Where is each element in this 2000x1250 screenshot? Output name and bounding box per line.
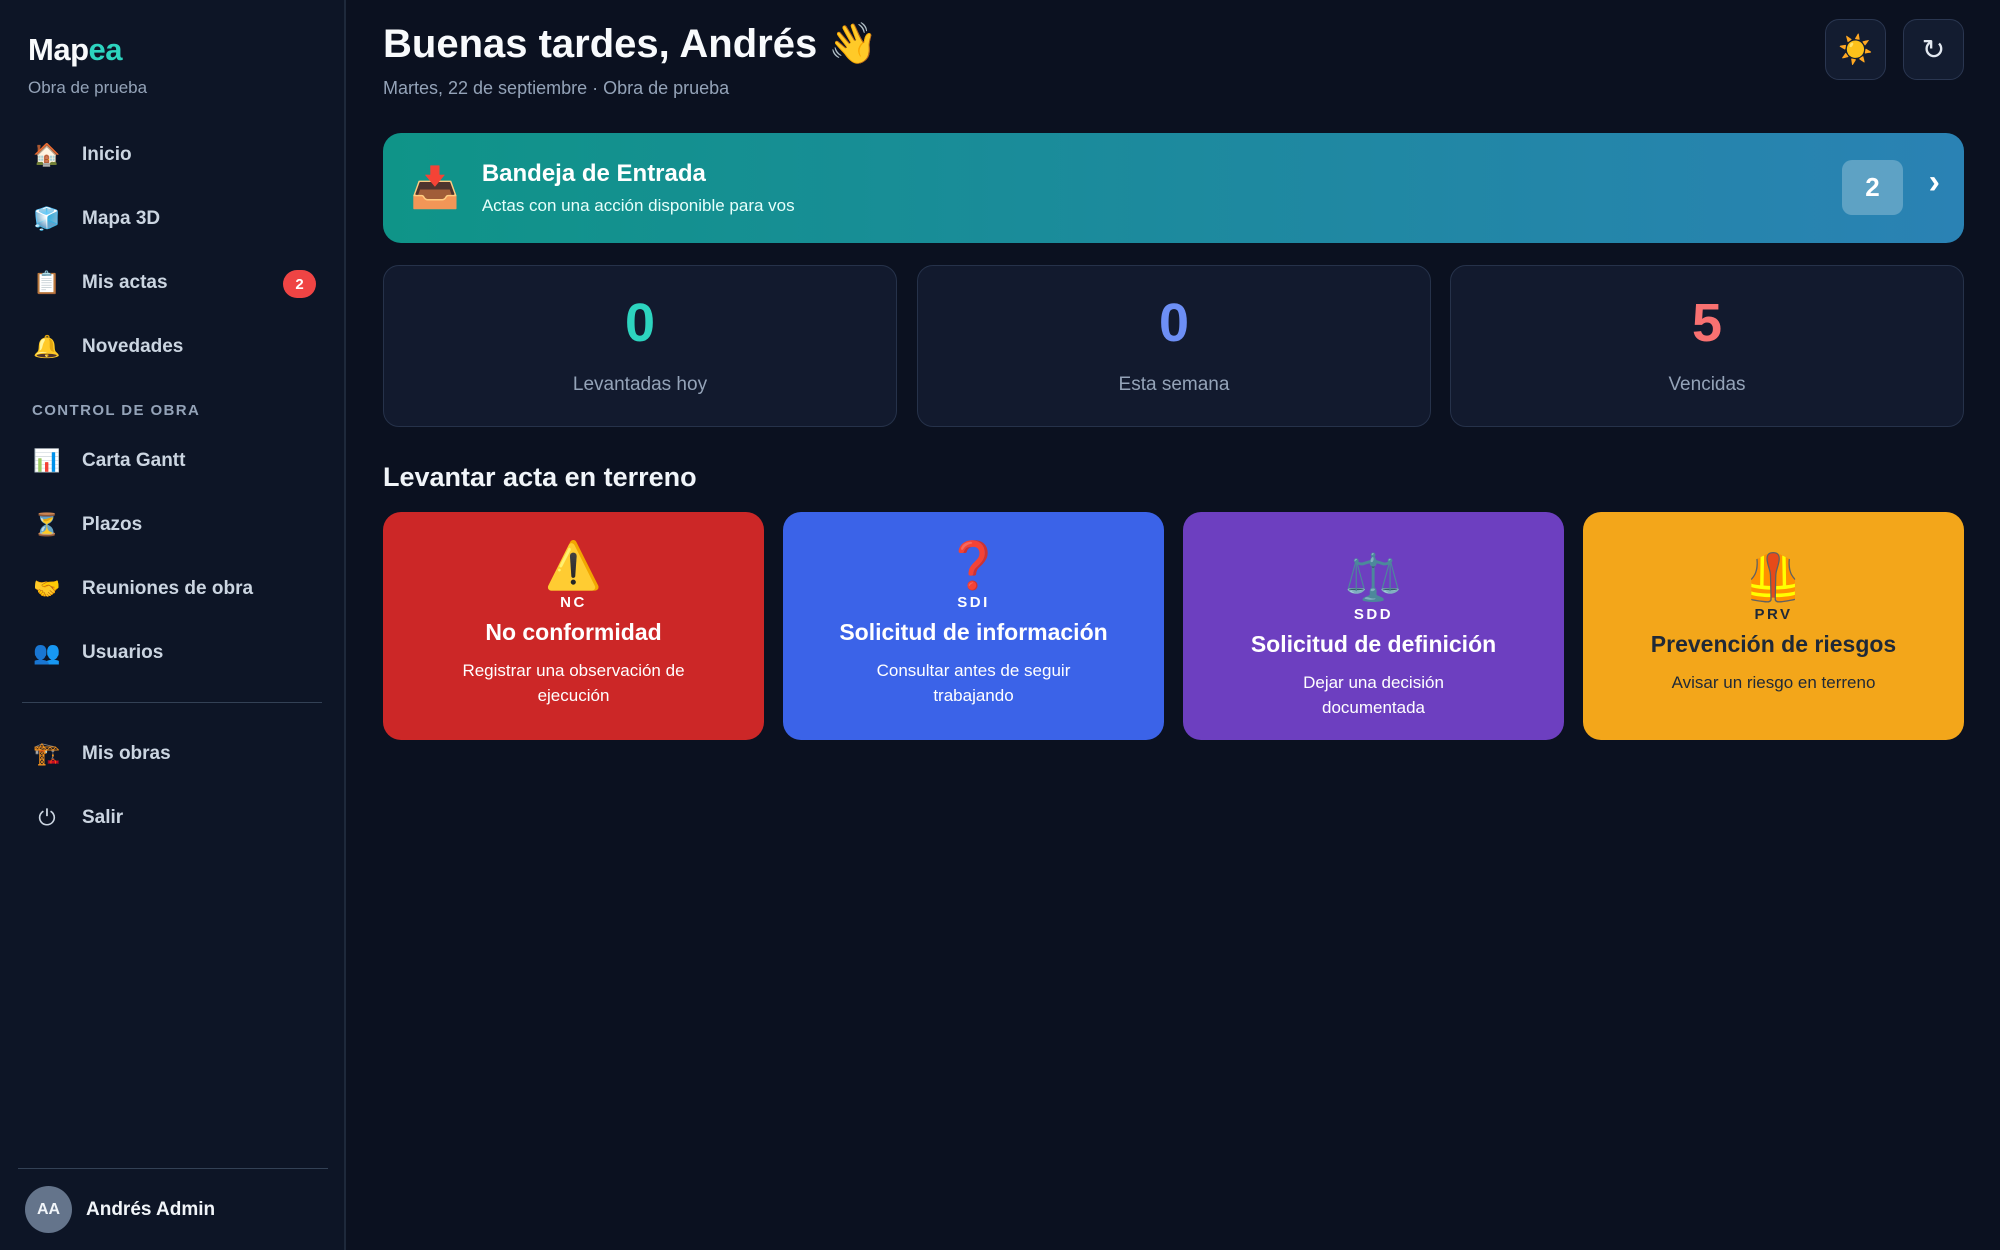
action-code: SDI [957,594,990,611]
sidebar: Mapea Obra de prueba 🏠 Inicio 🧊 Mapa 3D … [0,0,346,1250]
mis-actas-badge: 2 [283,270,316,298]
power-icon: ⏻ [38,805,56,830]
action-description: Avisar un riesgo en terreno [1671,673,1876,692]
user-profile[interactable]: AA Andrés Admin [18,1168,328,1250]
home-icon: 🏠 [33,142,61,167]
avatar: AA [25,1186,72,1233]
sidebar-item-label: Inicio [82,144,132,165]
sidebar-item-usuarios[interactable]: 👥 Usuarios [18,625,326,681]
action-card-sdd[interactable]: ⚖️ SDD Solicitud de definición Dejar una… [1183,512,1564,740]
page-title: Buenas tardes, Andrés 👋 [383,22,879,66]
sidebar-item-label: Usuarios [82,642,164,663]
main-content: Buenas tardes, Andrés 👋 Martes, 22 de se… [346,0,2000,1250]
scales-icon: ⚖️ [1344,551,1403,603]
date-line: Martes, 22 de septiembre · Obra de prueb… [383,78,730,98]
app-root: Mapea Obra de prueba 🏠 Inicio 🧊 Mapa 3D … [0,0,2000,1250]
warning-icon: ⚠️ [544,539,603,591]
stat-label: Esta semana [1118,374,1230,395]
control-nav: 📊 Carta Gantt ⏳ Plazos 🤝 Reuniones de ob… [18,433,326,689]
sidebar-item-mis-obras[interactable]: 🏗️ Mis obras [18,726,326,782]
action-description: Consultar antes de seguir trabajando [876,661,1071,705]
chevron-right-icon: › [1928,163,1940,201]
brand-name-accent: ea [88,32,123,67]
brand-name-main: Map [28,32,89,67]
sidebar-item-mapa-3d[interactable]: 🧊 Mapa 3D [18,191,326,247]
action-code: SDD [1353,606,1394,623]
sidebar-item-label: Carta Gantt [82,450,186,471]
inbox-tray-icon: 📥 [410,166,460,210]
cube-icon: 🧊 [33,206,61,231]
action-code: NC [560,594,587,611]
user-name: Andrés Admin [86,1198,216,1220]
bar-chart-icon: 📊 [33,448,61,473]
inbox-text: Bandeja de Entrada Actas con una acción … [482,160,795,216]
theme-toggle-button[interactable]: ☀️ [1825,19,1886,80]
action-description: Registrar una observación de ejecución [462,661,685,705]
action-card-prv[interactable]: 🦺 PRV Prevención de riesgos Avisar un ri… [1583,512,1964,740]
sidebar-item-label: Salir [82,807,124,828]
stat-value: 0 [1158,293,1190,353]
section-title-control-obra: CONTROL DE OBRA [32,402,201,419]
safety-vest-icon: 🦺 [1744,551,1803,603]
sidebar-item-label: Mis obras [82,743,171,764]
action-title: Solicitud de información [839,619,1108,645]
handshake-icon: 🤝 [33,576,61,601]
bell-icon: 🔔 [33,334,61,359]
construction-icon: 🏗️ [33,741,61,766]
action-title: Prevención de riesgos [1650,631,1897,657]
inbox-subtitle: Actas con una acción disponible para vos [481,196,795,215]
action-title: No conformidad [485,619,662,645]
hourglass-icon: ⏳ [33,512,61,537]
bottom-nav: 🏗️ Mis obras ⏻ Salir [18,726,326,854]
sidebar-item-label: Mapa 3D [82,208,161,229]
sidebar-item-salir[interactable]: ⏻ Salir [18,790,326,846]
action-description: Dejar una decisión documentada [1303,673,1444,717]
sidebar-item-mis-actas[interactable]: 📋 Mis actas 2 [18,255,326,311]
refresh-icon: ↻ [1921,34,1946,65]
brand-logo[interactable]: Mapea [28,32,147,68]
stat-card-vencidas: 5 Vencidas [1450,265,1964,427]
inbox-banner[interactable]: 📥 Bandeja de Entrada Actas con una acció… [383,133,1964,243]
sidebar-item-label: Plazos [82,514,143,535]
stat-value: 0 [624,293,656,353]
sidebar-divider [22,702,322,703]
main-nav: 🏠 Inicio 🧊 Mapa 3D 📋 Mis actas 2 🔔 Noved… [18,127,326,383]
stat-card-esta-semana: 0 Esta semana [917,265,1431,427]
action-code: PRV [1754,606,1793,623]
sidebar-item-reuniones[interactable]: 🤝 Reuniones de obra [18,561,326,617]
inbox-count-badge: 2 [1842,160,1903,215]
stat-card-levantadas-hoy: 0 Levantadas hoy [383,265,897,427]
action-card-sdi[interactable]: ❓ SDI Solicitud de información Consultar… [783,512,1164,740]
users-icon: 👥 [33,640,61,665]
brand-subtitle: Obra de prueba [28,78,148,97]
sidebar-item-inicio[interactable]: 🏠 Inicio [18,127,326,183]
refresh-button[interactable]: ↻ [1903,19,1964,80]
clipboard-icon: 📋 [33,270,61,295]
sidebar-item-label: Mis actas [82,272,168,293]
sidebar-item-novedades[interactable]: 🔔 Novedades [18,319,326,375]
question-icon: ❓ [944,539,1003,591]
action-title: Solicitud de definición [1250,631,1497,657]
stat-value: 5 [1691,293,1723,353]
stat-label: Vencidas [1668,374,1746,395]
brand: Mapea Obra de prueba [28,32,147,98]
stat-label: Levantadas hoy [572,374,708,395]
inbox-title: Bandeja de Entrada [481,160,706,187]
action-card-nc[interactable]: ⚠️ NC No conformidad Registrar una obser… [383,512,764,740]
sidebar-item-carta-gantt[interactable]: 📊 Carta Gantt [18,433,326,489]
sidebar-item-label: Novedades [82,336,184,357]
sidebar-item-label: Reuniones de obra [82,578,254,599]
actions-heading: Levantar acta en terreno [383,462,697,492]
sidebar-item-plazos[interactable]: ⏳ Plazos [18,497,326,553]
sun-icon: ☀️ [1838,34,1873,65]
